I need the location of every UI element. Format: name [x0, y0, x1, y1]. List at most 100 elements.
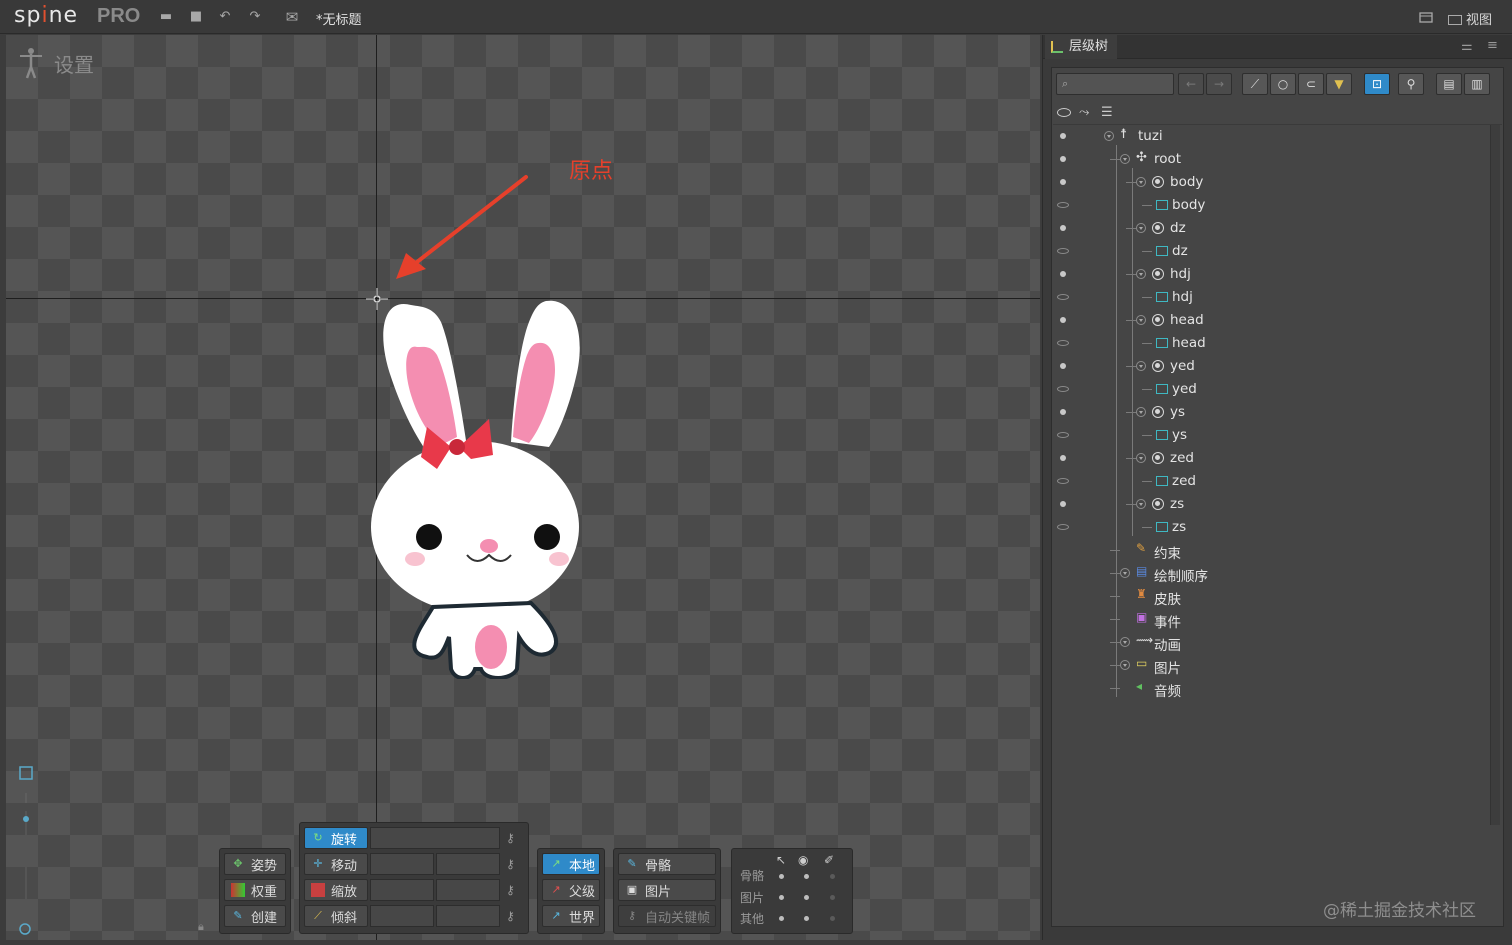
visibility-dot-icon[interactable] [1060, 133, 1066, 139]
auto-key-button[interactable]: ⚷ 自动关键帧 [618, 905, 716, 927]
viewport-canvas[interactable]: 设置 原点 [6, 35, 1040, 940]
axis-parent-button[interactable]: ↗ 父级 [542, 879, 600, 901]
expand-toggle-icon[interactable] [1120, 154, 1130, 164]
create-mode-button[interactable]: ✎ 创建 [224, 905, 286, 927]
collapse-all-button[interactable]: ▤ [1436, 73, 1462, 95]
funnel-icon: ▼ [1334, 77, 1344, 91]
slot-visibility-icon[interactable] [1057, 478, 1069, 484]
window-icon[interactable] [1418, 10, 1434, 24]
undo-icon[interactable]: ↶ [217, 9, 233, 25]
toggle-dot[interactable] [804, 895, 809, 900]
toggle-dot[interactable] [804, 916, 809, 921]
axis-local-button[interactable]: ↗ 本地 [542, 853, 600, 875]
visibility-dot-icon[interactable] [1060, 455, 1066, 461]
expand-toggle-icon[interactable] [1120, 660, 1130, 670]
sync-selection-button[interactable]: ⊡ [1364, 73, 1390, 95]
pose-mode-button[interactable]: ✥ 姿势 [224, 853, 286, 875]
compensate-bones-button[interactable]: ✎ 骨骼 [618, 853, 716, 875]
search-icon: ⌕ [1062, 77, 1069, 90]
bunny-character-image[interactable] [371, 297, 591, 679]
tree-item-label: hdj [1170, 266, 1191, 282]
compensate-images-button[interactable]: ▣ 图片 [618, 879, 716, 901]
rotate-tool-button[interactable]: ↻ 旋转 [304, 827, 368, 849]
visibility-dot-icon[interactable] [1060, 363, 1066, 369]
tree-search-input[interactable]: ⌕ [1056, 73, 1174, 95]
save-icon[interactable]: ■ [188, 9, 204, 25]
weights-mode-button[interactable]: 权重 [224, 879, 286, 901]
tab-tree[interactable]: 层级树 [1045, 35, 1117, 59]
slot-visibility-icon[interactable] [1057, 386, 1069, 392]
shear-y-field[interactable] [436, 905, 500, 927]
expand-toggle-icon[interactable] [1136, 177, 1146, 187]
toggle-dot[interactable] [804, 874, 809, 879]
scale-tool-button[interactable]: 缩放 [304, 879, 368, 901]
slot-visibility-icon[interactable] [1057, 432, 1069, 438]
open-folder-icon[interactable]: ▬ [158, 9, 174, 25]
visibility-column-icon[interactable] [1057, 108, 1071, 117]
slot-visibility-icon[interactable] [1057, 202, 1069, 208]
view-menu[interactable]: 视图 [1448, 9, 1492, 28]
tree-back-button[interactable]: ← [1178, 73, 1204, 95]
key-scale-icon[interactable]: ⚷ [506, 883, 515, 897]
tree-forward-button[interactable]: → [1206, 73, 1232, 95]
visibility-dot-icon[interactable] [1060, 501, 1066, 507]
translate-x-field[interactable] [370, 853, 434, 875]
key-shear-icon[interactable]: ⚷ [506, 909, 515, 923]
axis-world-button[interactable]: ↗ 世界 [542, 905, 600, 927]
visibility-dot-icon[interactable] [1060, 317, 1066, 323]
lock-icon[interactable]: 🔒︎ [198, 920, 204, 934]
find-button[interactable]: ⚲ [1398, 73, 1424, 95]
slot-visibility-icon[interactable] [1057, 248, 1069, 254]
toggle-dot[interactable] [830, 874, 835, 879]
tree-scrollbar[interactable] [1490, 125, 1500, 825]
key-rotate-icon[interactable]: ⚷ [506, 831, 515, 845]
slot-visibility-icon[interactable] [1057, 524, 1069, 530]
shear-tool-button[interactable]: ⟋ 倾斜 [304, 905, 368, 927]
tree-item-label: 动画 [1154, 638, 1181, 654]
expand-toggle-icon[interactable] [1136, 499, 1146, 509]
zoom-slider[interactable] [16, 763, 38, 940]
expand-toggle-icon[interactable] [1136, 361, 1146, 371]
toggle-dot[interactable] [779, 895, 784, 900]
scale-x-field[interactable] [370, 879, 434, 901]
toggle-dot[interactable] [830, 916, 835, 921]
filter-bones-button[interactable]: ⟋ [1242, 73, 1268, 95]
visibility-dot-icon[interactable] [1060, 409, 1066, 415]
expand-toggle-icon[interactable] [1136, 269, 1146, 279]
rotate-value-field[interactable] [370, 827, 500, 849]
hierarchy-column-icon[interactable]: ☰ [1101, 105, 1113, 120]
expand-toggle-icon[interactable] [1136, 315, 1146, 325]
envelope-icon[interactable]: ✉ [284, 9, 300, 25]
visibility-dot-icon[interactable] [1060, 225, 1066, 231]
filter-slots-button[interactable]: ○ [1270, 73, 1296, 95]
redo-icon[interactable]: ↷ [247, 9, 263, 25]
filter-attachments-button[interactable]: ⊂ [1298, 73, 1324, 95]
visibility-dot-icon[interactable] [1060, 179, 1066, 185]
expand-toggle-icon[interactable] [1136, 407, 1146, 417]
bone-icon [1152, 268, 1164, 280]
panel-menu-icon[interactable]: ≡ [1487, 38, 1498, 53]
toggle-dot[interactable] [779, 874, 784, 879]
translate-tool-button[interactable]: ✛ 移动 [304, 853, 368, 875]
bone-compensate-icon: ✎ [627, 857, 637, 870]
weights-mode-label: 权重 [251, 884, 278, 900]
expand-all-button[interactable]: ▥ [1464, 73, 1490, 95]
expand-toggle-icon[interactable] [1120, 637, 1130, 647]
visibility-dot-icon[interactable] [1060, 271, 1066, 277]
expand-toggle-icon[interactable] [1104, 131, 1114, 141]
filter-toggle-button[interactable]: ▼ [1326, 73, 1352, 95]
translate-y-field[interactable] [436, 853, 500, 875]
key-translate-icon[interactable]: ⚷ [506, 857, 515, 871]
panel-settings-icon[interactable]: ⚌ [1461, 39, 1473, 54]
slot-visibility-icon[interactable] [1057, 340, 1069, 346]
shear-x-field[interactable] [370, 905, 434, 927]
toggle-dot[interactable] [779, 916, 784, 921]
expand-toggle-icon[interactable] [1120, 568, 1130, 578]
bone-column-icon[interactable]: ⤳ [1079, 105, 1089, 120]
expand-toggle-icon[interactable] [1136, 453, 1146, 463]
slot-visibility-icon[interactable] [1057, 294, 1069, 300]
scale-y-field[interactable] [436, 879, 500, 901]
toggle-dot[interactable] [830, 895, 835, 900]
expand-toggle-icon[interactable] [1136, 223, 1146, 233]
visibility-dot-icon[interactable] [1060, 156, 1066, 162]
